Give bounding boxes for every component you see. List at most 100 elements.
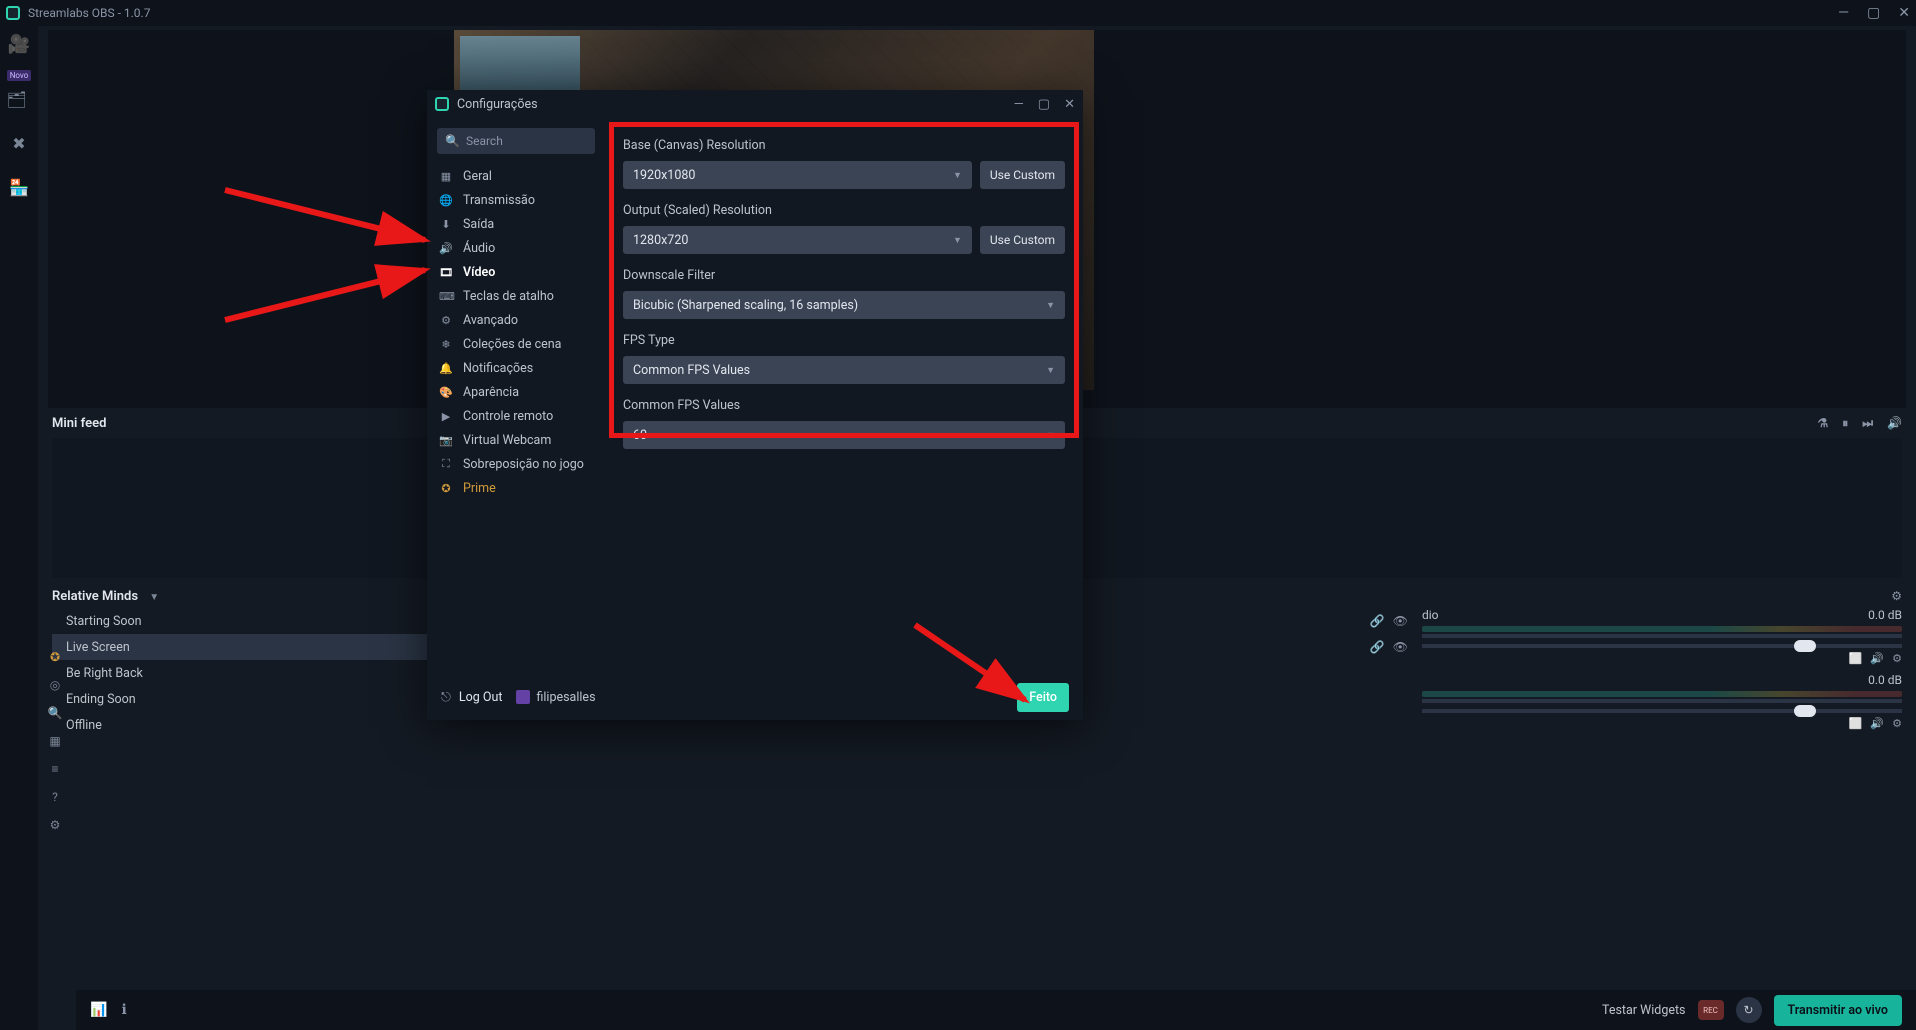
- category-icon: 🌐: [439, 194, 453, 207]
- layouts-icon[interactable]: 🗂: [7, 89, 27, 109]
- window-controls: — ▢ ✕: [1838, 5, 1910, 21]
- minimize-icon[interactable]: —: [1838, 5, 1849, 21]
- settings-category-áudio[interactable]: 🔊 Áudio: [437, 236, 595, 260]
- category-label: Sobreposição no jogo: [463, 457, 584, 472]
- fpsvals-label: Common FPS Values: [623, 398, 1065, 413]
- go-live-button[interactable]: Transmitir ao vivo: [1774, 995, 1902, 1026]
- skip-icon[interactable]: ⏭: [1862, 416, 1873, 431]
- category-label: Geral: [463, 169, 492, 184]
- volume-slider[interactable]: [1422, 709, 1902, 713]
- mixer-db: 0.0 dB: [1868, 673, 1902, 687]
- chevron-down-icon: ▼: [1046, 365, 1055, 376]
- dialog-close-icon[interactable]: ✕: [1064, 97, 1075, 112]
- apps-icon[interactable]: ▦: [49, 734, 60, 748]
- category-label: Áudio: [463, 241, 495, 256]
- dialog-sidebar: 🔍 Search ▦Geral 🌐 Transmissão ⬇Saída 🔊 Áudio 🎞…: [427, 118, 605, 674]
- layouts-icon-wrap[interactable]: Novo 🗂: [7, 78, 32, 109]
- volume-slider[interactable]: [1422, 644, 1902, 648]
- out-res-value: 1280x720: [633, 233, 688, 248]
- settings-category-sobreposição-no-jogo[interactable]: ⛶Sobreposição no jogo: [437, 452, 595, 476]
- downscale-select[interactable]: Bicubic (Sharpened scaling, 16 samples)▼: [623, 291, 1065, 319]
- base-res-select[interactable]: 1920x1080▼: [623, 161, 972, 189]
- store-icon[interactable]: 🏪: [9, 177, 29, 197]
- settings-category-transmissão[interactable]: 🌐 Transmissão: [437, 188, 595, 212]
- settings-category-prime[interactable]: ✪Prime: [437, 476, 595, 500]
- info-icon[interactable]: ℹ: [121, 1002, 126, 1018]
- category-icon: 🔊: [439, 242, 453, 255]
- settings-category-coleções-de-cena[interactable]: ❄Coleções de cena: [437, 332, 595, 356]
- mute-icon[interactable]: 🔊: [1887, 416, 1902, 431]
- panel-settings-icon[interactable]: ⚙: [1891, 589, 1902, 603]
- side-mini-icons: ✪ ◎ 🔍 ▦ ≡ ? ⚙: [42, 650, 68, 832]
- globe-icon[interactable]: ◎: [50, 678, 60, 692]
- minimap-overlay: [460, 36, 580, 91]
- settings-category-virtual-webcam[interactable]: 📷Virtual Webcam: [437, 428, 595, 452]
- log-out-button[interactable]: ⎋ Log Out: [441, 690, 502, 705]
- settings-category-geral[interactable]: ▦Geral: [437, 164, 595, 188]
- test-widgets-button[interactable]: Testar Widgets: [1602, 1003, 1686, 1018]
- dialog-maximize-icon[interactable]: ▢: [1038, 97, 1050, 112]
- category-icon: ⬇: [439, 218, 453, 231]
- eye-icon[interactable]: 👁: [1393, 640, 1408, 654]
- bars-icon[interactable]: ≡: [51, 762, 58, 776]
- downscale-label: Downscale Filter: [623, 268, 1065, 283]
- vu-meter-2: [1422, 634, 1902, 638]
- category-icon: ⚙: [439, 314, 453, 327]
- settings-category-vídeo[interactable]: 🎞Vídeo: [437, 260, 595, 284]
- close-icon[interactable]: ✕: [1898, 5, 1910, 21]
- search-input[interactable]: 🔍 Search: [437, 128, 595, 154]
- link-icon[interactable]: 🔗: [1370, 640, 1385, 654]
- done-button[interactable]: Feito: [1017, 683, 1069, 712]
- left-rail: 🎥 Novo 🗂 ✖ 🏪: [0, 26, 38, 1030]
- profile-name[interactable]: Relative Minds ▼: [52, 589, 159, 604]
- dialog-logo-icon: [435, 97, 449, 111]
- settings-category-notificações[interactable]: 🔔Notificações: [437, 356, 595, 380]
- link-icon[interactable]: 🔗: [1370, 614, 1385, 628]
- mixer-gear-icon[interactable]: ⚙: [1892, 717, 1902, 730]
- category-icon: 🔔: [439, 362, 453, 375]
- settings-category-aparência[interactable]: 🎨Aparência: [437, 380, 595, 404]
- mixer-speaker-icon[interactable]: 🔊: [1870, 652, 1884, 665]
- star-icon[interactable]: ✪: [50, 650, 60, 664]
- chevron-down-icon[interactable]: ▼: [149, 592, 159, 603]
- category-label: Prime: [463, 481, 496, 496]
- mixer-toggle-icon[interactable]: ⬜: [1849, 717, 1863, 730]
- mixer-db: 0.0 dB: [1868, 608, 1902, 622]
- mixer-channel: 0.0 dB ⬜ 🔊 ⚙: [1422, 673, 1902, 730]
- settings-dialog: Configurações — ▢ ✕ 🔍 Search ▦Geral🌐Tran…: [427, 90, 1083, 720]
- category-icon: 🎞: [439, 266, 453, 279]
- dialog-minimize-icon[interactable]: —: [1014, 97, 1024, 112]
- filter-icon[interactable]: ⚗: [1817, 416, 1828, 431]
- eye-icon[interactable]: 👁: [1393, 614, 1408, 628]
- editor-cross-icon[interactable]: ✖: [9, 133, 29, 153]
- settings-category-avançado[interactable]: ⚙Avançado: [437, 308, 595, 332]
- twitch-icon: [516, 690, 530, 704]
- chevron-down-icon: ▼: [953, 235, 962, 246]
- settings-icon[interactable]: ⚙: [50, 818, 61, 832]
- stats-icon[interactable]: 📊: [90, 1002, 107, 1018]
- settings-category-saída[interactable]: ⬇Saída: [437, 212, 595, 236]
- novo-badge: Novo: [7, 70, 32, 81]
- pause-icon[interactable]: ⏸: [1842, 416, 1848, 431]
- search-small-icon[interactable]: 🔍: [48, 706, 63, 720]
- replay-buffer-button[interactable]: ↻: [1736, 997, 1762, 1023]
- use-custom-button[interactable]: Use Custom: [980, 161, 1065, 189]
- mixer-speaker-icon[interactable]: 🔊: [1870, 717, 1884, 730]
- category-label: Transmissão: [463, 193, 535, 208]
- mixer-toggle-icon[interactable]: ⬜: [1849, 652, 1863, 665]
- fpstype-select[interactable]: Common FPS Values▼: [623, 356, 1065, 384]
- settings-category-teclas-de-atalho[interactable]: ⌨Teclas de atalho: [437, 284, 595, 308]
- help-icon[interactable]: ?: [52, 790, 58, 804]
- use-custom-button-2[interactable]: Use Custom: [980, 226, 1065, 254]
- mixer-gear-icon[interactable]: ⚙: [1892, 652, 1902, 665]
- studio-icon[interactable]: 🎥: [9, 34, 29, 54]
- out-res-select[interactable]: 1280x720 ▼: [623, 226, 972, 254]
- mini-feed-title: Mini feed: [52, 416, 106, 431]
- record-button[interactable]: REC: [1698, 1000, 1724, 1020]
- settings-category-controle-remoto[interactable]: ▶Controle remoto: [437, 404, 595, 428]
- out-res-label: Output (Scaled) Resolution: [623, 203, 1065, 218]
- maximize-icon[interactable]: ▢: [1867, 5, 1880, 21]
- fpsvals-select[interactable]: 60▼: [623, 421, 1065, 449]
- bottom-bar: 📊 ℹ Testar Widgets REC ↻ Transmitir ao v…: [76, 990, 1916, 1030]
- category-icon: ▶: [439, 410, 453, 423]
